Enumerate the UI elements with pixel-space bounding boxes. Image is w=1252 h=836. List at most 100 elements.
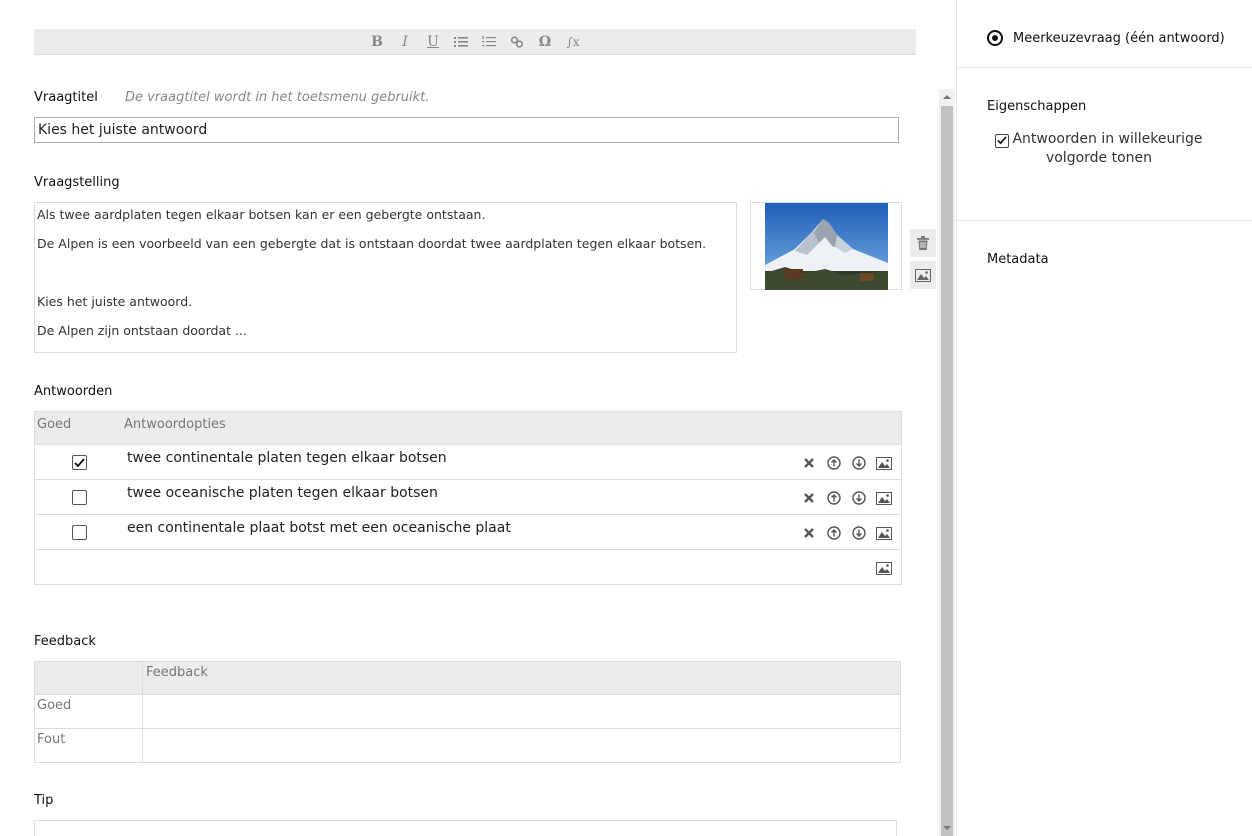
- image-icon: [915, 268, 931, 282]
- image-icon: [876, 526, 892, 540]
- arrow-down-circle-icon: [852, 456, 866, 470]
- stem-line: De Alpen is een voorbeeld van een geberg…: [37, 236, 707, 251]
- answer-image-button[interactable]: [875, 524, 893, 542]
- question-stem-editor[interactable]: Als twee aardplaten tegen elkaar botsen …: [34, 202, 737, 353]
- mountain-image[interactable]: [765, 203, 888, 290]
- feedback-column-header: Feedback: [146, 665, 208, 680]
- properties-sidebar: Meerkeuzevraag (één antwoord) Eigenschap…: [956, 0, 1252, 836]
- change-image-button[interactable]: [910, 261, 936, 289]
- arrow-up-icon: [943, 95, 951, 99]
- feedback-header-blank: [35, 662, 143, 694]
- answer-image-button[interactable]: [875, 489, 893, 507]
- column-answer-options: Antwoordopties: [124, 417, 226, 432]
- feedback-row-label: Goed: [35, 695, 143, 728]
- correct-checkbox[interactable]: [72, 525, 87, 540]
- image-icon: [876, 561, 892, 575]
- feedback-row: Goed: [35, 694, 900, 728]
- formula-button[interactable]: ∫x: [566, 33, 580, 51]
- scrollbar-thumb[interactable]: [941, 106, 953, 836]
- arrow-down-circle-icon: [852, 491, 866, 505]
- move-down-button[interactable]: [850, 524, 868, 542]
- answer-actions: [875, 559, 893, 577]
- scroll-down-arrow[interactable]: [939, 820, 955, 836]
- move-down-button[interactable]: [850, 489, 868, 507]
- special-character-button[interactable]: Ω: [538, 33, 552, 51]
- bold-button[interactable]: B: [370, 33, 384, 51]
- link-button[interactable]: [510, 33, 524, 51]
- feedback-table-header: Feedback: [35, 662, 900, 694]
- close-icon: [804, 493, 814, 503]
- answer-image-button[interactable]: [875, 454, 893, 472]
- scroll-up-arrow[interactable]: [939, 89, 955, 105]
- answer-row: twee oceanische platen tegen elkaar bots…: [35, 479, 901, 514]
- trash-icon: [917, 236, 929, 250]
- link-icon: [510, 35, 524, 48]
- arrow-up-circle-icon: [827, 526, 841, 540]
- move-up-button[interactable]: [825, 489, 843, 507]
- feedback-label: Feedback: [34, 634, 96, 649]
- move-up-button[interactable]: [825, 454, 843, 472]
- close-icon: [804, 458, 814, 468]
- question-title-input[interactable]: [34, 117, 899, 143]
- remove-answer-button[interactable]: [800, 454, 818, 472]
- question-stem-label: Vraagstelling: [34, 175, 120, 190]
- feedback-table: Feedback Goed Fout: [34, 661, 901, 763]
- radio-selected-icon: [987, 30, 1003, 46]
- correct-checkbox[interactable]: [72, 490, 87, 505]
- stem-line: Als twee aardplaten tegen elkaar botsen …: [37, 207, 486, 222]
- bullet-list-icon: [454, 36, 468, 47]
- stem-line: [37, 265, 734, 294]
- answer-actions: [800, 524, 893, 542]
- move-down-button[interactable]: [850, 454, 868, 472]
- numbered-list-icon: [482, 35, 496, 46]
- feedback-wrong-field[interactable]: [143, 729, 900, 762]
- shuffle-checkbox[interactable]: [995, 133, 1010, 148]
- move-up-button[interactable]: [825, 524, 843, 542]
- shuffle-label: Antwoorden in willekeurige volgorde tone…: [1012, 131, 1203, 166]
- stem-line: Kies het juiste antwoord.: [37, 294, 193, 309]
- divider: [957, 67, 1252, 68]
- column-correct: Goed: [37, 417, 72, 432]
- feedback-row-label: Fout: [35, 729, 143, 762]
- arrow-down-icon: [943, 826, 951, 830]
- properties-heading: Eigenschappen: [987, 99, 1087, 114]
- image-icon: [876, 456, 892, 470]
- question-image-box: [750, 202, 902, 290]
- answers-table: Goed Antwoordopties twee continentale pl…: [34, 411, 902, 585]
- bullet-list-button[interactable]: [454, 33, 468, 51]
- tip-field[interactable]: [34, 820, 897, 836]
- arrow-down-circle-icon: [852, 526, 866, 540]
- checkmark-icon: [74, 457, 85, 467]
- correct-checkbox[interactable]: [72, 455, 87, 470]
- question-title-label: Vraagtitel: [34, 90, 98, 105]
- answer-row: een continentale plaat botst met een oce…: [35, 514, 901, 549]
- numbered-list-button[interactable]: [482, 33, 496, 51]
- divider: [957, 220, 1252, 221]
- question-type-label: Meerkeuzevraag (één antwoord): [1013, 30, 1225, 46]
- answer-row: twee continentale platen tegen elkaar bo…: [35, 444, 901, 479]
- answers-table-header: Goed Antwoordopties: [35, 412, 901, 444]
- answer-image-button[interactable]: [875, 559, 893, 577]
- new-answer-row[interactable]: [35, 549, 901, 584]
- image-actions: [910, 229, 936, 293]
- shuffle-answers-option[interactable]: Antwoorden in willekeurige volgorde tone…: [987, 130, 1211, 168]
- answers-label: Antwoorden: [34, 384, 113, 399]
- question-type-option[interactable]: Meerkeuzevraag (één antwoord): [987, 30, 1225, 46]
- checkmark-icon: [997, 136, 1008, 145]
- stem-line: De Alpen zijn ontstaan doordat ...: [37, 323, 247, 338]
- answer-text[interactable]: een continentale plaat botst met een oce…: [127, 520, 511, 536]
- underline-button[interactable]: U: [426, 33, 440, 51]
- answer-text[interactable]: twee oceanische platen tegen elkaar bots…: [127, 485, 438, 501]
- italic-button[interactable]: I: [398, 33, 412, 51]
- feedback-correct-field[interactable]: [143, 695, 900, 728]
- vertical-scrollbar[interactable]: [939, 89, 955, 836]
- remove-answer-button[interactable]: [800, 489, 818, 507]
- remove-answer-button[interactable]: [800, 524, 818, 542]
- delete-image-button[interactable]: [910, 229, 936, 257]
- feedback-row: Fout: [35, 728, 900, 762]
- answer-text[interactable]: twee continentale platen tegen elkaar bo…: [127, 450, 447, 466]
- close-icon: [804, 528, 814, 538]
- metadata-heading[interactable]: Metadata: [987, 252, 1049, 267]
- question-editor: B I U Ω ∫x Vraagtitel De vraagtitel word…: [0, 0, 956, 836]
- answer-actions: [800, 489, 893, 507]
